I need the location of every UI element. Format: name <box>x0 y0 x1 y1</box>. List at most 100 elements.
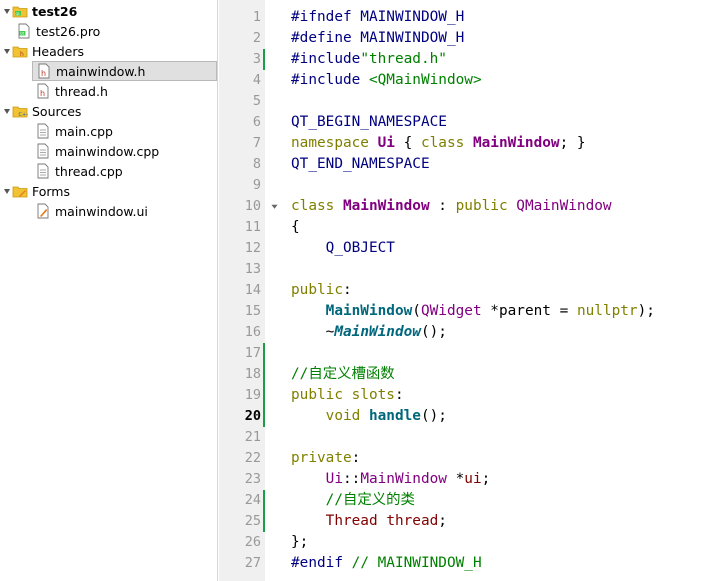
tree-item-mainwindow-cpp[interactable]: mainwindow.cpp <box>35 141 217 161</box>
code-token: thread <box>386 513 439 529</box>
svg-text:h: h <box>20 51 24 58</box>
code-token: // MAINWINDOW_H <box>351 555 482 571</box>
project-tree[interactable]: Qt test26 Qt test26.pro h Headers h main… <box>0 0 218 581</box>
code-line[interactable]: //自定义的类 <box>291 490 415 511</box>
code-line[interactable]: private: <box>291 448 360 469</box>
code-line[interactable]: Q_OBJECT <box>291 238 395 259</box>
tree-item-project[interactable]: Qt test26 <box>2 1 217 21</box>
code-line[interactable]: #include"thread.h" <box>291 49 447 70</box>
code-token: (); <box>420 324 447 340</box>
code-line[interactable]: namespace Ui { class MainWindow; } <box>291 133 586 154</box>
svg-text:Qt: Qt <box>20 32 25 36</box>
code-line[interactable]: ~MainWindow(); <box>291 322 447 343</box>
code-token: #include <box>291 72 369 88</box>
code-editor[interactable]: 1 2 3 4 5 6 7 8 9 10 11 12 13 14 15 16 17 18 19 20 21 22 23 24 2… <box>219 0 712 581</box>
collapse-arrow-icon[interactable] <box>2 104 12 118</box>
code-token: MainWindow <box>360 471 447 487</box>
code-token: { <box>291 219 300 235</box>
source-file-icon <box>35 163 51 179</box>
line-number: 1 <box>252 9 261 25</box>
fold-arrow-icon[interactable] <box>269 196 279 217</box>
code-token: ; <box>438 513 447 529</box>
code-line[interactable]: class MainWindow : public QMainWindow <box>291 196 612 217</box>
line-number: 5 <box>252 93 261 109</box>
code-token: ui <box>464 471 482 487</box>
tree-group-sources[interactable]: C++ Sources <box>2 101 217 121</box>
code-token: namespace <box>291 135 378 151</box>
pro-file-icon: Qt <box>16 23 32 39</box>
code-token: (); <box>420 408 447 424</box>
code-token: *parent = <box>481 303 577 319</box>
code-token: class <box>291 198 343 214</box>
file-label: mainwindow.h <box>56 63 146 79</box>
code-token: <QMainWindow> <box>368 72 482 88</box>
code-token: MainWindow <box>325 303 413 319</box>
code-line[interactable]: //自定义槽函数 <box>291 364 395 385</box>
tree-group-headers[interactable]: h Headers <box>2 41 217 61</box>
code-line[interactable]: #ifndef MAINWINDOW_H <box>291 7 464 28</box>
code-token: { <box>394 135 421 151</box>
code-token: : <box>394 387 404 403</box>
line-number: 17 <box>244 345 261 361</box>
code-token: ; <box>481 471 491 487</box>
collapse-arrow-icon[interactable] <box>2 184 12 198</box>
change-marker <box>263 364 265 385</box>
change-marker <box>263 343 265 364</box>
code-line[interactable]: #endif // MAINWINDOW_H <box>291 553 482 574</box>
line-number: 3 <box>252 51 261 67</box>
tree-item-main-cpp[interactable]: main.cpp <box>35 121 217 141</box>
pro-file-label: test26.pro <box>36 23 101 39</box>
code-line[interactable]: #include <QMainWindow> <box>291 70 482 91</box>
code-token: #define MAINWINDOW_H <box>291 30 465 46</box>
line-number: 12 <box>244 240 261 256</box>
line-number: 27 <box>244 555 261 571</box>
file-label: main.cpp <box>55 123 113 139</box>
code-token: nullptr <box>576 303 638 319</box>
code-token: QT_BEGIN_NAMESPACE <box>291 114 447 130</box>
code-token: Ui <box>325 471 343 487</box>
code-line[interactable]: Thread thread; <box>291 511 447 532</box>
line-number: 10 <box>244 198 261 214</box>
collapse-arrow-icon[interactable] <box>2 4 12 18</box>
code-line[interactable]: public: <box>291 280 352 301</box>
tree-group-forms[interactable]: Forms <box>2 181 217 201</box>
code-line[interactable]: public slots: <box>291 385 404 406</box>
line-number: 2 <box>252 30 261 46</box>
code-line[interactable]: { <box>291 217 300 238</box>
code-line[interactable]: #define MAINWINDOW_H <box>291 28 464 49</box>
tree-item-pro-file[interactable]: Qt test26.pro <box>16 21 217 41</box>
tree-item-mainwindow-ui[interactable]: mainwindow.ui <box>35 201 217 221</box>
line-number: 13 <box>244 261 261 277</box>
tree-item-thread-h[interactable]: h thread.h <box>35 81 217 101</box>
line-number: 7 <box>252 135 261 151</box>
code-token: QT_END_NAMESPACE <box>291 156 430 172</box>
file-label: thread.cpp <box>55 163 123 179</box>
change-marker <box>263 406 265 427</box>
code-line[interactable]: MainWindow(QWidget *parent = nullptr); <box>291 301 655 322</box>
code-line[interactable]: }; <box>291 532 308 553</box>
code-token: #endif <box>291 555 352 571</box>
line-number: 24 <box>244 492 261 508</box>
code-line[interactable]: QT_BEGIN_NAMESPACE <box>291 112 447 133</box>
code-line[interactable]: Ui::MainWindow *ui; <box>291 469 491 490</box>
line-number: 4 <box>252 72 261 88</box>
line-number: 19 <box>244 387 261 403</box>
header-file-icon: h <box>36 63 52 79</box>
code-token: private <box>291 450 352 466</box>
tree-item-mainwindow-h[interactable]: h mainwindow.h <box>32 61 217 81</box>
code-token: class <box>420 135 473 151</box>
code-token: : <box>351 450 361 466</box>
group-label: Sources <box>32 103 82 119</box>
file-label: mainwindow.ui <box>55 203 148 219</box>
source-file-icon <box>35 123 51 139</box>
code-line[interactable]: QT_END_NAMESPACE <box>291 154 430 175</box>
tree-item-thread-cpp[interactable]: thread.cpp <box>35 161 217 181</box>
collapse-arrow-icon[interactable] <box>2 44 12 58</box>
code-token: void <box>325 408 369 424</box>
code-line[interactable]: void handle(); <box>291 406 447 427</box>
change-marker <box>263 490 265 511</box>
